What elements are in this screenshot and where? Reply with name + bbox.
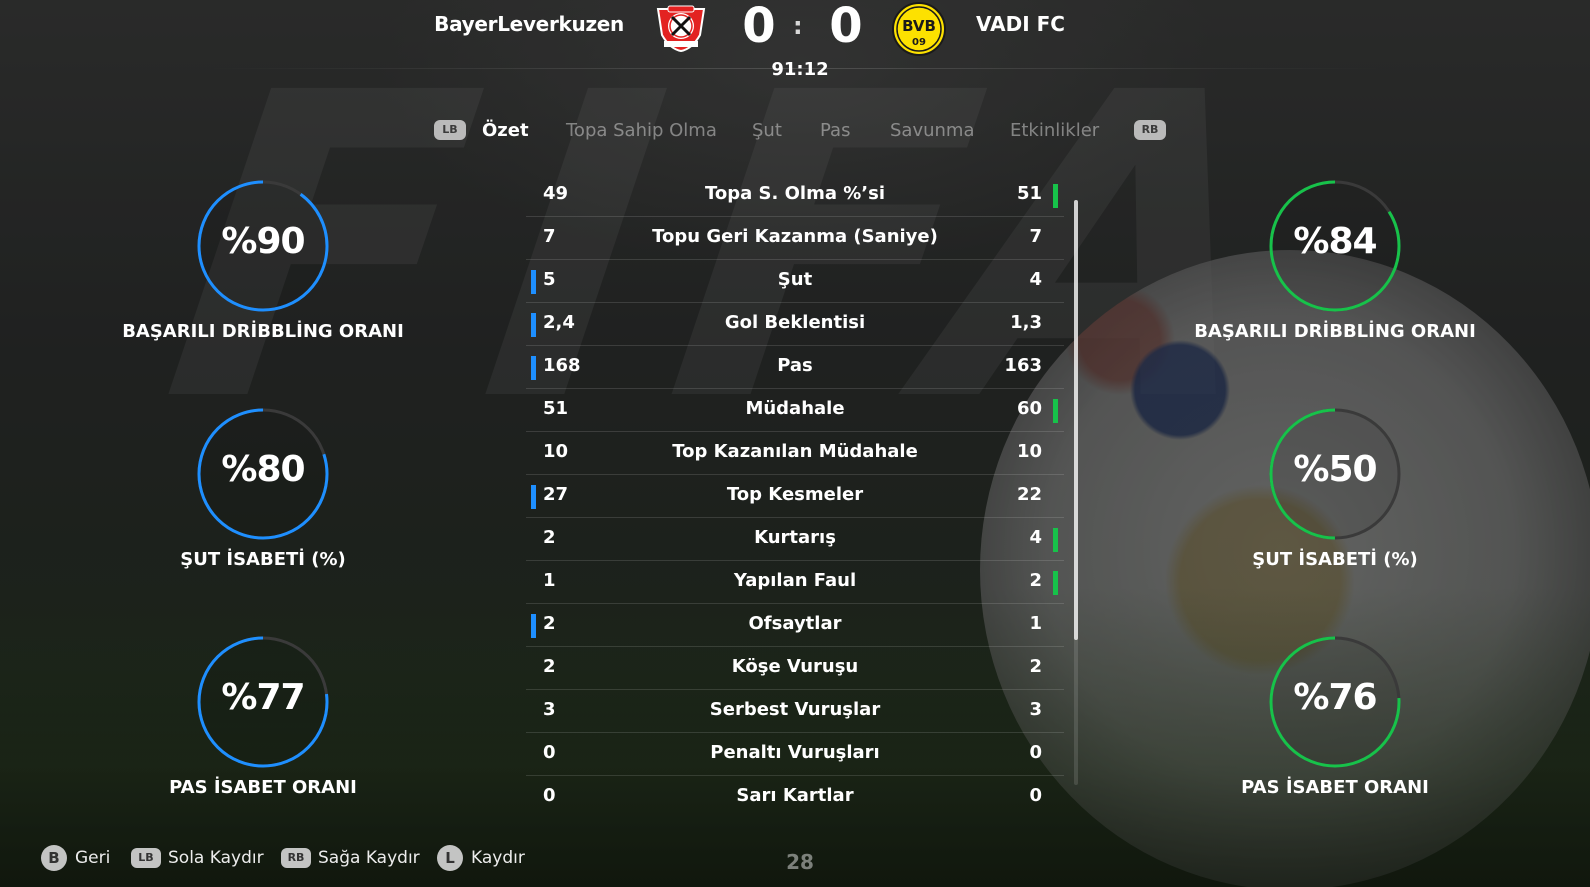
gauge-label: BAŞARILI DRİBBLİNG ORANI [122, 321, 404, 342]
stat-row: 49 Topa S. Olma %’si 51 [526, 174, 1064, 217]
stat-row: 2 Köşe Vuruşu 2 [526, 647, 1064, 690]
stat-row: 1 Yapılan Faul 2 [526, 561, 1064, 604]
stat-row: 0 Sarı Kartlar 0 [526, 776, 1064, 819]
home-team-name: BayerLeverkuzen [434, 12, 624, 36]
back-label[interactable]: Geri [75, 848, 110, 868]
leverkusen-crest-icon [654, 3, 708, 53]
stat-row: 5 Şut 4 [526, 260, 1064, 303]
bvb-crest-icon: BVB 09 [892, 2, 946, 56]
stat-row: 51 Müdahale 60 [526, 389, 1064, 432]
rb-button-icon[interactable]: RB [281, 848, 311, 868]
stats-table: 49 Topa S. Olma %’si 51 7 Topu Geri Kazanma … [526, 174, 1064, 819]
stat-row: 27 Top Kesmeler 22 [526, 475, 1064, 518]
match-clock: 91:12 [771, 59, 829, 80]
away-stat-value: 22 [1016, 484, 1042, 505]
tab-possession[interactable]: Topa Sahip Olma [566, 120, 717, 141]
gauge-label: BAŞARILI DRİBBLİNG ORANI [1194, 321, 1476, 342]
gauge-value: %77 [221, 677, 305, 718]
scroll-left-label[interactable]: Sola Kaydır [168, 848, 264, 868]
away-stat-value: 60 [1016, 398, 1042, 419]
gauge-label: ŞUT İSABETİ (%) [1252, 549, 1418, 570]
stat-row: 2,4 Gol Beklentisi 1,3 [526, 303, 1064, 346]
stat-label: Top Kazanılan Müdahale [672, 441, 918, 462]
tab-events[interactable]: Etkinlikler [1010, 120, 1099, 141]
scoreboard-header: BayerLeverkuzen 0 : 0 BVB 09 VADI FC 91:… [0, 0, 1590, 90]
stat-label: Serbest Vuruşlar [709, 699, 881, 720]
gauge-label: PAS İSABET ORANI [169, 777, 357, 798]
away-stat-value: 51 [1016, 183, 1042, 204]
stat-row: 2 Ofsaytlar 1 [526, 604, 1064, 647]
away-stat-value: 2 [1029, 570, 1042, 591]
gauge-value: %84 [1293, 221, 1377, 262]
stat-label: Yapılan Faul [733, 570, 857, 591]
tab-shots[interactable]: Şut [752, 120, 782, 141]
header-divider [205, 68, 1385, 69]
gauge-value: %90 [221, 221, 305, 262]
home-gauge-3: %77 PAS İSABET ORANI [128, 632, 398, 798]
lb-bumper-icon[interactable]: LB [434, 120, 466, 140]
stat-label: Ofsaytlar [748, 613, 842, 634]
away-stat-value: 7 [1029, 226, 1042, 247]
stat-label: Şut [777, 269, 813, 290]
score-separator: : [793, 12, 803, 40]
gauge-value: %50 [1293, 449, 1377, 490]
away-gauge-1: %84 BAŞARILI DRİBBLİNG ORANI [1194, 176, 1476, 342]
stat-row: 3 Serbest Vuruşlar 3 [526, 690, 1064, 733]
away-stat-value: 4 [1029, 269, 1042, 290]
stat-label: Kurtarış [754, 527, 836, 548]
stats-scrollbar-thumb[interactable] [1074, 200, 1078, 640]
away-stat-value: 0 [1029, 785, 1042, 806]
left-stick-icon[interactable]: L [437, 845, 463, 871]
gauge-value: %76 [1293, 677, 1377, 718]
scroll-right-label[interactable]: Sağa Kaydır [318, 848, 420, 868]
page-number: 28 [786, 850, 814, 874]
away-gauge-3: %76 PAS İSABET ORANI [1200, 632, 1470, 798]
stat-label: Pas [777, 355, 813, 376]
gauge-label: PAS İSABET ORANI [1241, 777, 1429, 798]
gauge-value: %80 [221, 449, 305, 490]
away-stat-value: 163 [1004, 355, 1042, 376]
tab-defending[interactable]: Savunma [890, 120, 975, 141]
stat-row: 10 Top Kazanılan Müdahale 10 [526, 432, 1064, 475]
away-stat-value: 10 [1016, 441, 1042, 462]
stat-label: Köşe Vuruşu [731, 656, 859, 677]
away-score: 0 [829, 0, 863, 54]
svg-text:BVB: BVB [902, 17, 936, 35]
gauge-label: ŞUT İSABETİ (%) [180, 549, 346, 570]
tab-summary[interactable]: Özet [482, 120, 529, 141]
away-stat-value: 0 [1029, 742, 1042, 763]
rb-bumper-icon[interactable]: RB [1134, 120, 1166, 140]
away-gauge-2: %50 ŞUT İSABETİ (%) [1200, 404, 1470, 570]
stat-label: Gol Beklentisi [724, 312, 866, 333]
lb-button-icon[interactable]: LB [131, 848, 161, 868]
home-score: 0 [742, 0, 776, 54]
b-button-icon[interactable]: B [41, 845, 67, 871]
away-stat-value: 3 [1029, 699, 1042, 720]
stat-label: Müdahale [745, 398, 845, 419]
away-stat-value: 2 [1029, 656, 1042, 677]
stat-row: 7 Topu Geri Kazanma (Saniye) 7 [526, 217, 1064, 260]
stat-label: Penaltı Vuruşları [710, 742, 880, 763]
stat-row: 0 Penaltı Vuruşları 0 [526, 733, 1064, 776]
tab-passing[interactable]: Pas [820, 120, 850, 141]
away-stat-value: 1,3 [1010, 312, 1042, 333]
away-stat-value: 4 [1029, 527, 1042, 548]
stat-label: Topu Geri Kazanma (Saniye) [652, 226, 938, 247]
away-team-name: VADI FC [976, 12, 1065, 36]
away-stat-value: 1 [1029, 613, 1042, 634]
stat-label: Topa S. Olma %’si [704, 183, 886, 204]
home-gauge-2: %80 ŞUT İSABETİ (%) [128, 404, 398, 570]
stat-label: Sarı Kartlar [736, 785, 854, 806]
svg-text:09: 09 [912, 37, 926, 48]
scroll-label[interactable]: Kaydır [471, 848, 525, 868]
home-gauge-1: %90 BAŞARILI DRİBBLİNG ORANI [122, 176, 404, 342]
stat-row: 2 Kurtarış 4 [526, 518, 1064, 561]
stat-label: Top Kesmeler [726, 484, 864, 505]
footer-controls: B Geri LB Sola Kaydır RB Sağa Kaydır L K… [0, 840, 1590, 887]
stat-row: 168 Pas 163 [526, 346, 1064, 389]
